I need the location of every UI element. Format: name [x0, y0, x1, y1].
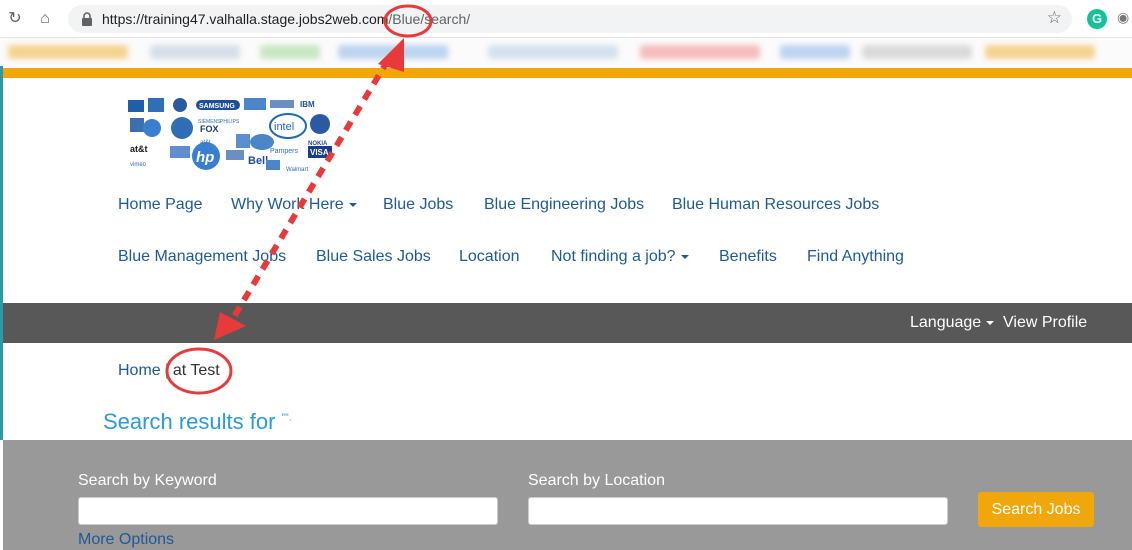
brand-collage-logo[interactable]: SAMSUNG IBM FOX SIEMENS PHILIPS intel NO…	[126, 96, 336, 174]
reload-icon[interactable]: ↻	[4, 8, 26, 30]
nav-blue-sales-jobs[interactable]: Blue Sales Jobs	[316, 248, 431, 266]
nav-find-anything[interactable]: Find Anything	[807, 248, 904, 266]
nav-benefits[interactable]: Benefits	[719, 248, 777, 266]
chevron-down-icon	[348, 202, 357, 207]
nav-blue-management-jobs-label: Blue Management Jobs	[118, 248, 287, 265]
breadcrumb-current: at Test	[172, 362, 220, 379]
utility-bar: Language View Profile	[3, 303, 1132, 343]
nav-not-finding-a-job[interactable]: Not finding a job?	[551, 248, 689, 266]
nav-why-work-here[interactable]: Why Work Here	[231, 196, 357, 214]
bookmark-item[interactable]	[150, 45, 240, 59]
bookmark-item[interactable]	[8, 45, 128, 59]
logo-brand-philips: PHILIPS	[220, 119, 240, 125]
nav-blue-human-resources-jobs[interactable]: Blue Human Resources Jobs	[672, 196, 879, 214]
browser-toolbar: ↻ ⌂ https://training47.valhalla.stage.jo…	[0, 0, 1132, 38]
bookmark-item[interactable]	[488, 45, 618, 59]
bookmark-item[interactable]	[862, 45, 972, 59]
results-title-text: Search results for	[103, 409, 276, 434]
nav-blue-engineering-jobs[interactable]: Blue Engineering Jobs	[484, 196, 644, 214]
bookmark-item[interactable]	[985, 45, 1095, 59]
logo-brand-ibm: IBM	[300, 100, 315, 109]
nav-blue-jobs-label: Blue Jobs	[383, 196, 454, 213]
search-jobs-button[interactable]: Search Jobs	[978, 492, 1094, 527]
nav-location-label: Location	[459, 248, 520, 265]
logo-brand-samsung: SAMSUNG	[199, 103, 235, 110]
results-query: "".	[281, 412, 292, 424]
language-label: Language	[910, 314, 982, 331]
bookmark-item[interactable]	[780, 45, 850, 59]
search-panel: Search by Keyword Search by Location Sea…	[3, 440, 1132, 550]
url-text: https://training47.valhalla.stage.jobs2w…	[102, 11, 470, 27]
lock-icon	[82, 12, 92, 26]
nav-not-finding-a-job-label: Not finding a job?	[551, 248, 676, 265]
logo-brand-siemens: SIEMENS	[198, 119, 221, 125]
nav-find-anything-label: Find Anything	[807, 248, 904, 265]
extension-icon[interactable]: ◉	[1117, 9, 1131, 29]
breadcrumb-home-link[interactable]: Home	[118, 362, 161, 379]
keyword-search-input[interactable]	[78, 497, 498, 525]
header-accent-bar	[3, 68, 1132, 78]
address-bar[interactable]: https://training47.valhalla.stage.jobs2w…	[68, 5, 1072, 33]
nav-blue-sales-jobs-label: Blue Sales Jobs	[316, 248, 431, 265]
bookmark-star-icon[interactable]: ☆	[1047, 8, 1062, 28]
logo-brand-walmart: Walmart	[286, 167, 308, 173]
logo-brand-vimeo: vimeo	[130, 162, 147, 168]
view-profile-link[interactable]: View Profile	[1003, 314, 1087, 332]
bookmark-item[interactable]	[260, 45, 320, 59]
view-profile-label: View Profile	[1003, 314, 1088, 331]
logo-brand-visa: VISA	[310, 148, 329, 157]
bookmark-item[interactable]	[640, 45, 760, 59]
bookmarks-bar	[0, 38, 1132, 66]
logo-brand-fox: FOX	[200, 124, 219, 134]
url-path: /Blue/search/	[388, 11, 471, 27]
location-label: Search by Location	[528, 472, 665, 489]
logo-brand-bell: Bell	[248, 155, 268, 167]
grammarly-extension-icon[interactable]: G	[1087, 9, 1107, 29]
home-icon[interactable]: ⌂	[34, 8, 56, 30]
nav-blue-jobs[interactable]: Blue Jobs	[383, 196, 453, 214]
search-results-heading: Search results for "".	[103, 409, 291, 435]
nav-home-page[interactable]: Home Page	[118, 196, 203, 214]
logo-brand-intel: intel	[274, 121, 294, 133]
logo-brand-pampers: Pampers	[270, 148, 299, 155]
nav-benefits-label: Benefits	[719, 248, 777, 265]
breadcrumb: Home | at Test	[118, 362, 220, 380]
chevron-down-icon	[680, 254, 689, 259]
nav-blue-human-resources-jobs-label: Blue Human Resources Jobs	[672, 196, 880, 213]
nav-location[interactable]: Location	[459, 248, 520, 266]
language-dropdown[interactable]: Language	[910, 314, 995, 332]
keyword-label: Search by Keyword	[78, 472, 217, 489]
location-search-input[interactable]	[528, 497, 948, 525]
nav-home-page-label: Home Page	[118, 196, 203, 213]
web-page: SAMSUNG IBM FOX SIEMENS PHILIPS intel NO…	[0, 66, 1132, 550]
breadcrumb-separator: |	[164, 362, 169, 379]
left-accent-strip	[0, 66, 3, 440]
nav-why-work-here-label: Why Work Here	[231, 196, 344, 213]
logo-brand-att: at&t	[130, 144, 148, 154]
more-options-link[interactable]: More Options	[78, 531, 174, 549]
chevron-down-icon	[986, 320, 995, 325]
url-host: https://training47.valhalla.stage.jobs2w…	[102, 11, 389, 27]
nav-blue-engineering-jobs-label: Blue Engineering Jobs	[484, 196, 645, 213]
logo-brand-hp: hp	[196, 149, 214, 166]
bookmark-item[interactable]	[338, 45, 448, 59]
nav-blue-management-jobs[interactable]: Blue Management Jobs	[118, 248, 286, 266]
